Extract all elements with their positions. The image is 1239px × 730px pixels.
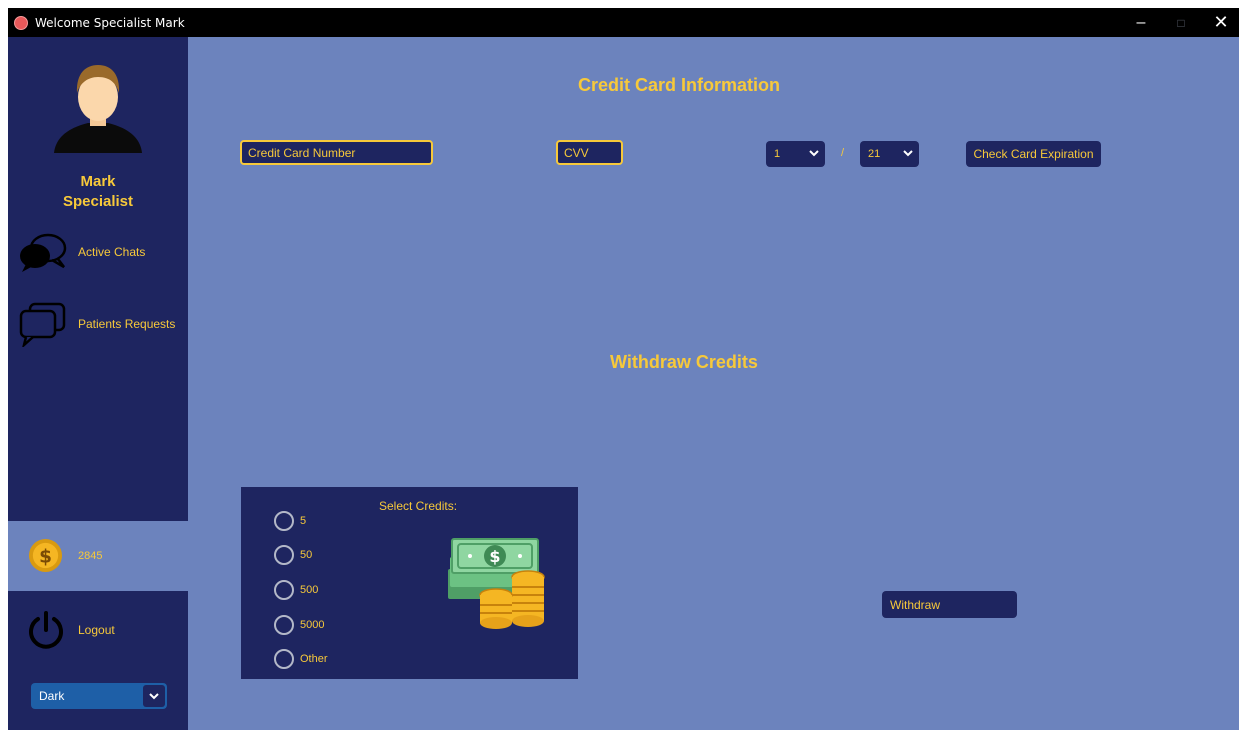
credits-option-50[interactable]: 50 (274, 544, 312, 566)
power-icon (29, 611, 63, 649)
chevron-down-icon[interactable] (143, 685, 165, 707)
app-logo-icon (14, 16, 28, 30)
profile-name: Mark Specialist (8, 172, 188, 212)
sidebar-item-label: Active Chats (78, 245, 146, 259)
expiry-month-select[interactable]: 1 (766, 141, 825, 167)
credits-option-500[interactable]: 500 (274, 579, 318, 601)
window-title: Welcome Specialist Mark (35, 16, 185, 30)
money-coins-icon: $ (448, 538, 545, 629)
sidebar-item-patients-requests[interactable]: Patients Requests (18, 299, 188, 349)
maximize-button[interactable]: □ (1161, 8, 1201, 37)
message-boxes-icon (19, 302, 66, 347)
cvv-input[interactable] (556, 140, 623, 165)
radio-circle[interactable] (274, 545, 294, 565)
credits-balance: $ 2845 (8, 521, 188, 591)
credits-option-5[interactable]: 5 (274, 510, 306, 532)
svg-text:$: $ (489, 547, 500, 566)
withdraw-credits-heading: Withdraw Credits (610, 352, 758, 372)
radio-label: 50 (300, 549, 313, 561)
chevron-down-icon (903, 145, 913, 164)
credit-card-number-input[interactable] (240, 140, 433, 165)
radio-circle[interactable] (274, 511, 294, 531)
radio-label: 500 (300, 584, 319, 596)
radio-circle[interactable] (274, 580, 294, 600)
logout-button[interactable]: Logout (26, 607, 186, 653)
radio-circle[interactable] (274, 649, 294, 669)
expiry-year-value: 21 (868, 148, 881, 160)
minimize-button[interactable]: – (1121, 8, 1161, 37)
select-credits-panel: Select Credits: 5 50 500 5000 Other $ (241, 487, 578, 679)
radio-label: Other (300, 653, 328, 665)
theme-select-value: Dark (39, 689, 65, 703)
credits-value: 2845 (78, 550, 103, 562)
radio-label: 5 (300, 515, 307, 527)
credits-option-5000[interactable]: 5000 (274, 614, 324, 636)
user-avatar-icon (54, 65, 142, 153)
expiry-year-select[interactable]: 21 (860, 141, 919, 167)
credits-option-other[interactable]: Other (274, 648, 328, 670)
withdraw-button[interactable]: Withdraw (882, 591, 1017, 618)
close-button[interactable]: ✕ (1201, 8, 1239, 37)
select-credits-label: Select Credits: (379, 499, 458, 513)
sidebar-item-label: Patients Requests (78, 317, 176, 331)
profile-role: Specialist (62, 193, 134, 210)
expiry-separator: / (841, 147, 845, 159)
title-bar: Welcome Specialist Mark – □ ✕ (8, 8, 1239, 37)
theme-select[interactable]: Dark (31, 683, 167, 709)
sidebar-item-active-chats[interactable]: Active Chats (18, 227, 188, 277)
expiry-month-value: 1 (774, 148, 781, 160)
chat-bubbles-icon (20, 233, 67, 272)
sidebar: Mark Specialist Active Chats Patients Re… (8, 37, 188, 730)
credit-card-heading: Credit Card Information (578, 75, 781, 95)
coin-icon: $ (28, 538, 63, 573)
chevron-down-icon (809, 145, 819, 164)
svg-text:$: $ (39, 546, 52, 567)
radio-label: 5000 (300, 619, 325, 631)
check-card-expiration-button[interactable]: Check Card Expiration (966, 141, 1101, 167)
logout-label: Logout (78, 623, 115, 637)
radio-circle[interactable] (274, 615, 294, 635)
profile-first-name: Mark (80, 173, 116, 190)
app-window: Welcome Specialist Mark – □ ✕ Mark Speci… (8, 8, 1239, 730)
